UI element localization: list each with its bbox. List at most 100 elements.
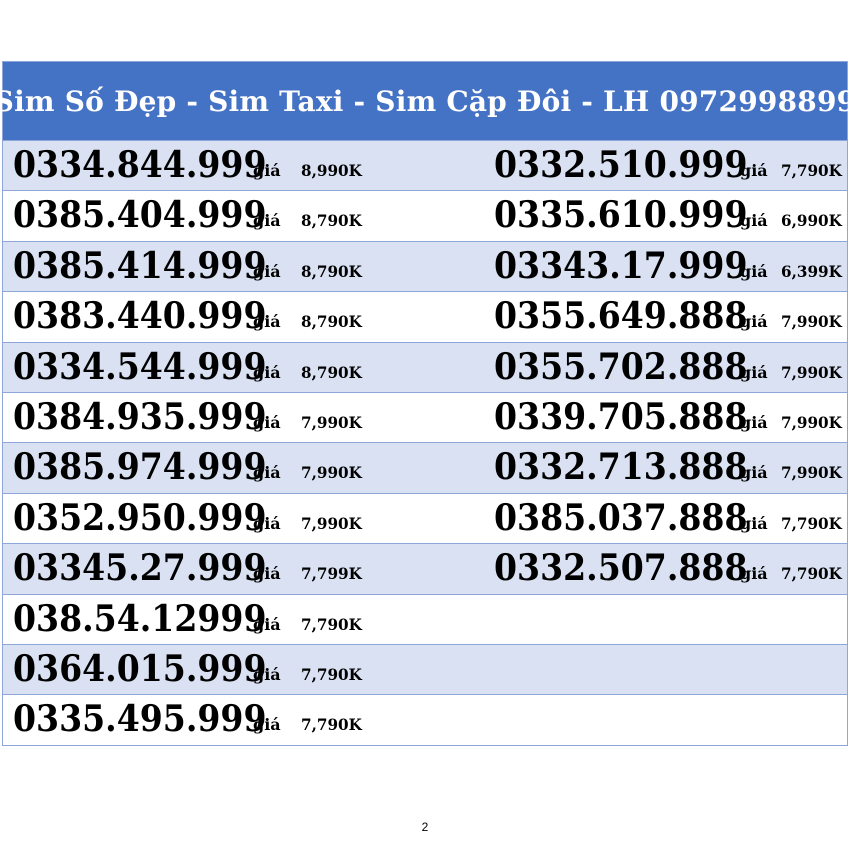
sim-entry-left: 0385.414.999 giá 8,790K <box>13 242 483 291</box>
price-label: giá <box>740 463 768 483</box>
sim-number: 0334.844.999 <box>13 144 267 186</box>
table-row: 0352.950.999 giá 7,990K 0385.037.888 giá 7,79… <box>3 492 847 544</box>
sim-number: 0385.414.999 <box>13 244 267 287</box>
header-title: Sim Số Đẹp - Sim Taxi - Sim Cặp Đôi - LH… <box>0 84 850 118</box>
price-label: giá <box>740 564 768 584</box>
sim-price: 8,790K <box>301 211 362 231</box>
sim-entry-left: 0384.935.999 giá 7,990K <box>13 393 483 442</box>
price-label: giá <box>253 664 281 684</box>
sim-price: 8,790K <box>301 362 362 382</box>
sim-price: 7,790K <box>781 513 842 533</box>
table-row: 0335.495.999 giá 7,790K <box>3 694 847 745</box>
sim-price: 7,990K <box>301 463 362 483</box>
sim-number: 0332.713.888 <box>494 446 748 489</box>
sim-entry-right: 0332.510.999 giá 7,790K <box>494 141 847 190</box>
table-row: 0334.544.999 giá 8,790K 0355.702.888 giá 7,99… <box>3 341 847 392</box>
sim-price: 7,790K <box>781 564 842 584</box>
sim-number: 0335.610.999 <box>494 194 748 237</box>
sim-price: 7,990K <box>781 412 842 432</box>
table-row: 038.54.12999 giá 7,790K <box>3 593 847 644</box>
price-label: giá <box>740 261 768 281</box>
price-label: giá <box>253 715 281 735</box>
sim-entry-left: 0334.544.999 giá 8,790K <box>13 343 483 392</box>
price-label: giá <box>253 161 281 180</box>
sim-number: 0332.507.888 <box>494 547 748 590</box>
sim-number: 0385.974.999 <box>13 446 267 489</box>
sim-price: 6,990K <box>781 211 842 231</box>
sim-price: 7,990K <box>301 513 362 533</box>
sim-entry-left: 0335.495.999 giá 7,790K <box>13 695 483 744</box>
sim-number: 0364.015.999 <box>13 647 267 690</box>
sim-number: 0334.544.999 <box>13 345 267 388</box>
price-label: giá <box>740 312 768 332</box>
sim-price: 7,790K <box>781 161 842 180</box>
sim-price: 7,990K <box>781 362 842 382</box>
table-row: 03345.27.999 giá 7,799K 0332.507.888 giá 7,79… <box>3 543 847 594</box>
sim-entry-left: 0334.844.999 giá 8,990K <box>13 141 483 190</box>
sim-entry-right: 03343.17.999 giá 6,399K <box>494 242 847 291</box>
sim-entry-right: 0335.610.999 giá 6,990K <box>494 191 847 240</box>
table-row: 0385.974.999 giá 7,990K 0332.713.888 giá 7,99… <box>3 442 847 493</box>
price-label: giá <box>740 161 768 180</box>
sim-number: 0383.440.999 <box>13 295 267 338</box>
sim-number: 0385.037.888 <box>494 496 748 539</box>
sim-entry-left: 038.54.12999 giá 7,790K <box>13 595 483 644</box>
sim-price: 7,790K <box>301 664 362 684</box>
table-row: 0385.414.999 giá 8,790K 03343.17.999 giá 6,39… <box>3 240 847 292</box>
price-label: giá <box>253 211 281 231</box>
sim-entry-right: 0332.713.888 giá 7,990K <box>494 443 847 492</box>
sim-price: 7,990K <box>301 412 362 432</box>
sim-number: 0335.495.999 <box>13 698 267 741</box>
table-row: 0384.935.999 giá 7,990K 0339.705.888 giá 7,99… <box>3 391 847 443</box>
table-row: 0385.404.999 giá 8,790K 0335.610.999 giá 6,99… <box>3 190 847 241</box>
sim-number: 03343.17.999 <box>494 244 748 287</box>
sim-price-table: Sim Số Đẹp - Sim Taxi - Sim Cặp Đôi - LH… <box>0 61 850 746</box>
sim-price: 7,790K <box>301 614 362 634</box>
sim-price: 6,399K <box>781 261 842 281</box>
sim-number: 03345.27.999 <box>13 547 267 590</box>
sim-entry-left: 0385.404.999 giá 8,790K <box>13 191 483 240</box>
table-row: 0364.015.999 giá 7,790K <box>3 643 847 695</box>
sim-number: 0385.404.999 <box>13 194 267 237</box>
price-label: giá <box>740 362 768 382</box>
sim-price: 7,799K <box>301 564 362 584</box>
table-row: 0334.844.999 giá 8,990K 0332.510.999 giá 7,79… <box>3 140 847 191</box>
table-row: 0383.440.999 giá 8,790K 0355.649.888 giá 7,99… <box>3 291 847 342</box>
sim-entry-left: 0364.015.999 giá 7,790K <box>13 645 483 694</box>
page-number: 2 <box>421 820 429 834</box>
sim-price: 7,990K <box>781 463 842 483</box>
sim-number: 0352.950.999 <box>13 496 267 539</box>
sim-number: 038.54.12999 <box>13 597 267 640</box>
price-label: giá <box>253 261 281 281</box>
sim-number: 0339.705.888 <box>494 395 748 438</box>
sim-entry-left: 03345.27.999 giá 7,799K <box>13 544 483 593</box>
price-label: giá <box>253 463 281 483</box>
sim-entry-right: 0385.037.888 giá 7,790K <box>494 494 847 543</box>
table-header: Sim Số Đẹp - Sim Taxi - Sim Cặp Đôi - LH… <box>0 62 850 140</box>
price-label: giá <box>253 614 281 634</box>
price-label: giá <box>740 412 768 432</box>
price-label: giá <box>253 564 281 584</box>
sim-entry-left: 0385.974.999 giá 7,990K <box>13 443 483 492</box>
sim-entry-right: 0339.705.888 giá 7,990K <box>494 393 847 442</box>
sim-price: 8,790K <box>301 312 362 332</box>
sim-number: 0332.510.999 <box>494 144 748 186</box>
price-label: giá <box>253 312 281 332</box>
sim-entry-left: 0383.440.999 giá 8,790K <box>13 292 483 341</box>
price-label: giá <box>253 412 281 432</box>
sim-entry-right: 0355.702.888 giá 7,990K <box>494 343 847 392</box>
sim-entry-right: 0332.507.888 giá 7,790K <box>494 544 847 593</box>
sim-price: 7,790K <box>301 715 362 735</box>
sim-price: 8,790K <box>301 261 362 281</box>
price-label: giá <box>740 211 768 231</box>
price-label: giá <box>253 362 281 382</box>
sim-number: 0384.935.999 <box>13 395 267 438</box>
sim-number: 0355.649.888 <box>494 295 748 338</box>
price-label: giá <box>740 513 768 533</box>
sim-price: 7,990K <box>781 312 842 332</box>
sim-entry-left: 0352.950.999 giá 7,990K <box>13 494 483 543</box>
price-label: giá <box>253 513 281 533</box>
sim-number: 0355.702.888 <box>494 345 748 388</box>
sim-price: 8,990K <box>301 161 362 180</box>
table-rows: 0334.844.999 giá 8,990K 0332.510.999 giá 7,79… <box>3 140 847 745</box>
